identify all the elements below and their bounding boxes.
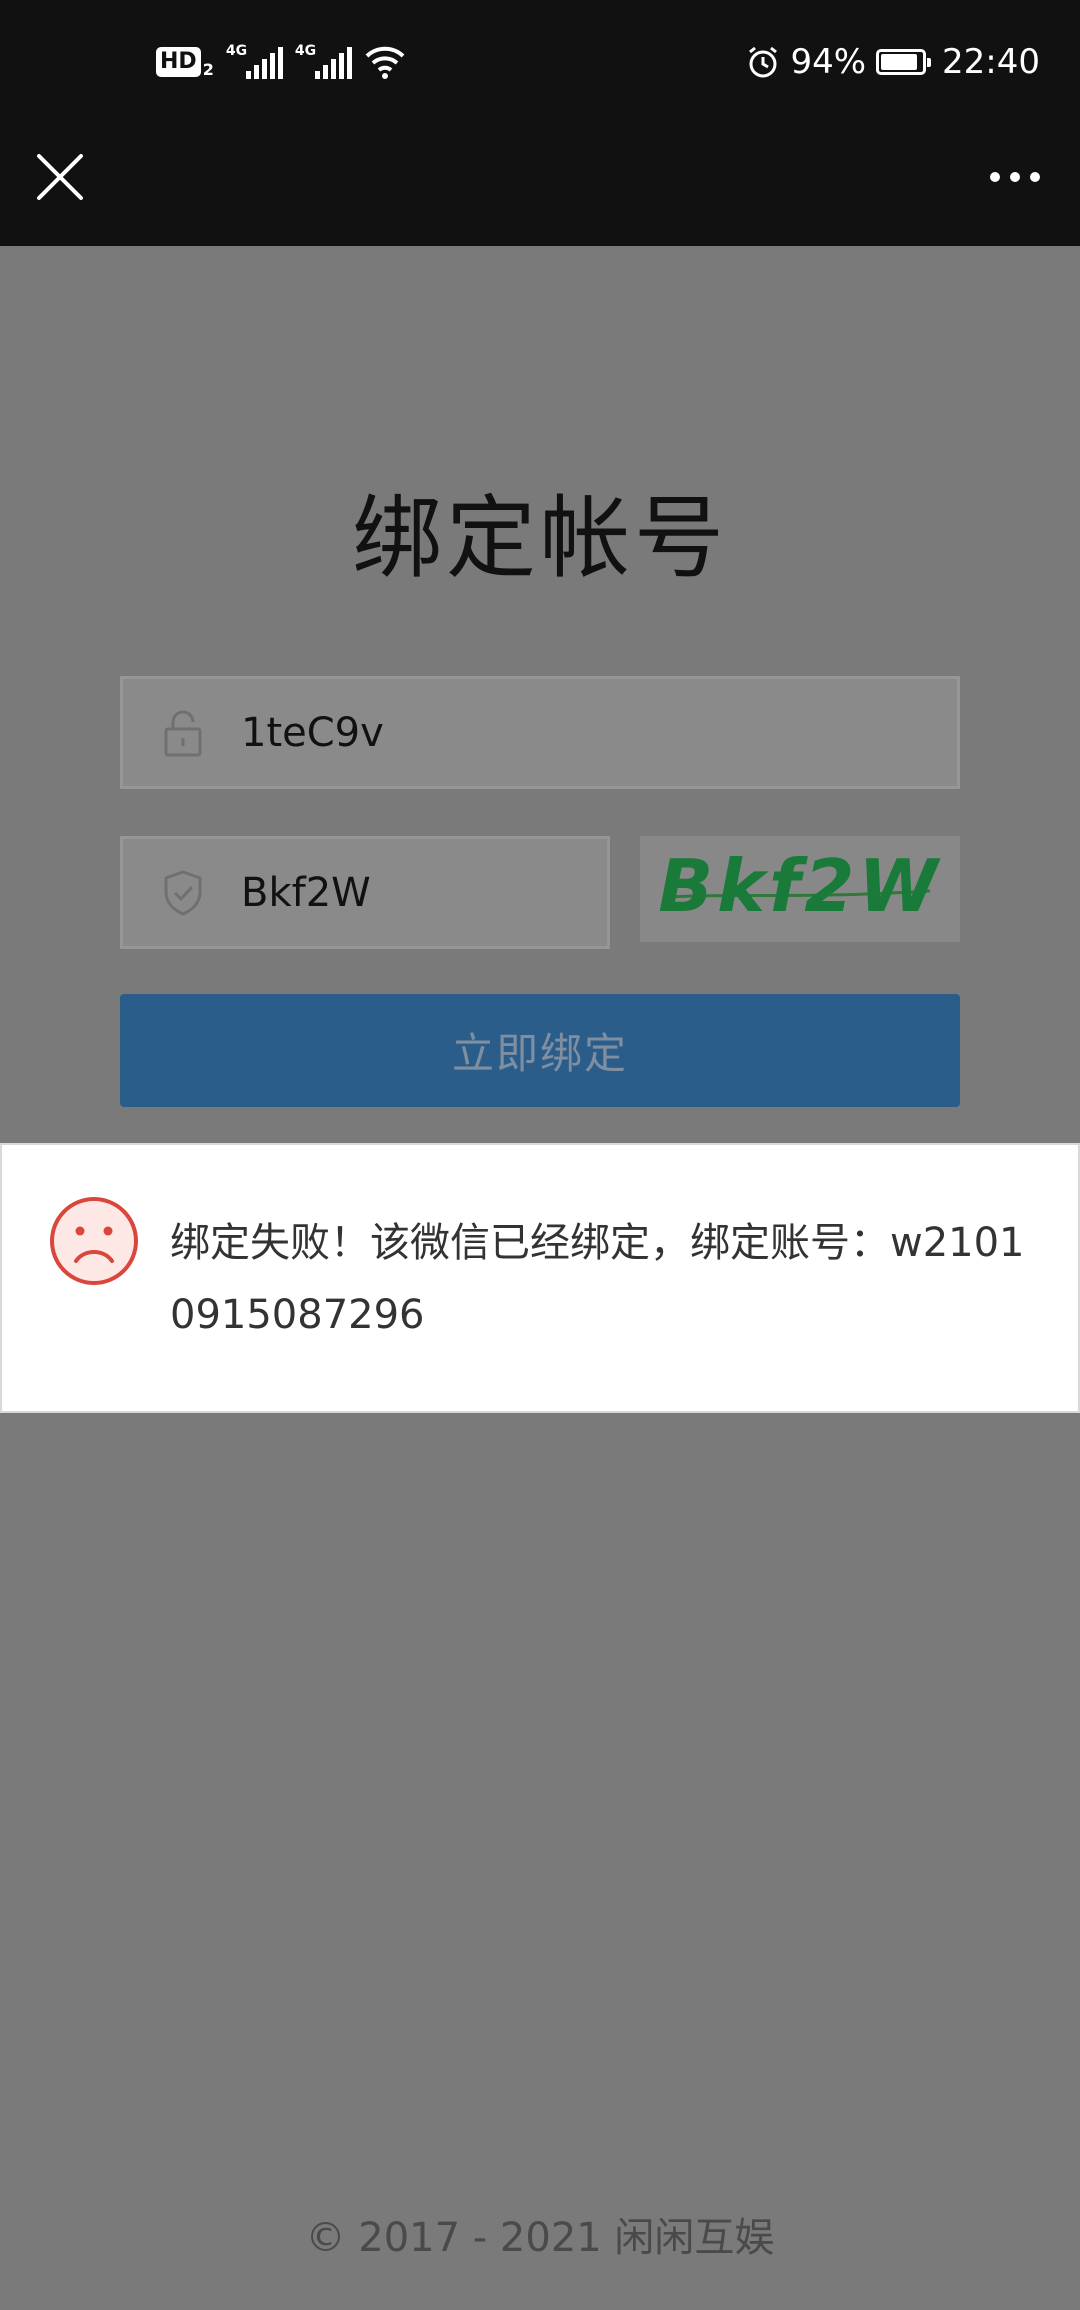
- battery-icon: [876, 49, 932, 75]
- signal-icon: 4G: [225, 43, 283, 79]
- close-icon: [37, 154, 83, 200]
- page: HD 2 4G 4G 94% 22:40 绑定帐号 1teC9v Bkf2W B…: [0, 0, 1080, 2310]
- sad-face-icon: [50, 1197, 138, 1285]
- captcha-art: Bkf2W: [658, 844, 942, 928]
- captcha-field[interactable]: Bkf2W: [120, 836, 610, 949]
- wifi-icon: [365, 46, 405, 79]
- more-icon-dot: [990, 172, 1000, 182]
- lock-icon: [164, 710, 202, 756]
- page-title: 绑定帐号: [352, 486, 728, 591]
- alarm-icon: [749, 46, 778, 78]
- bind-now-button[interactable]: 立即绑定: [120, 994, 960, 1107]
- more-button[interactable]: [980, 155, 1050, 199]
- clock: 22:40: [942, 42, 1040, 82]
- error-dialog: 绑定失败！该微信已经绑定，绑定账号：w21010915087296: [0, 1143, 1080, 1413]
- captcha-input[interactable]: Bkf2W: [241, 870, 371, 916]
- more-icon-dot: [1010, 172, 1020, 182]
- battery-percent: 94%: [790, 42, 867, 82]
- shield-check-icon: [164, 869, 202, 916]
- account-field[interactable]: 1teC9v: [120, 676, 960, 789]
- captcha-image[interactable]: Bkf2W: [640, 836, 960, 942]
- signal-network-label: 4G: [225, 43, 248, 59]
- more-icon-dot: [1030, 172, 1040, 182]
- nav-bar: [0, 125, 1080, 246]
- status-right: 94% 22:40: [746, 38, 1040, 86]
- close-button[interactable]: [30, 147, 90, 207]
- footer-copyright: © 2017 - 2021 闲闲互娱: [305, 2215, 775, 2261]
- signal-network-label-2: 4G: [294, 43, 317, 59]
- signal-icon-2: 4G: [294, 43, 352, 79]
- account-input[interactable]: 1teC9v: [241, 710, 384, 756]
- hd-badge: HD: [156, 47, 201, 77]
- captcha-text: Bkf2W: [658, 844, 942, 928]
- hd-sim-number: 2: [202, 59, 214, 79]
- battery-fill: [881, 54, 917, 70]
- status-left: HD 2 4G 4G: [156, 40, 406, 84]
- error-message: 绑定失败！该微信已经绑定，绑定账号：w21010915087296: [170, 1220, 1025, 1338]
- status-bar: HD 2 4G 4G 94% 22:40: [0, 0, 1080, 125]
